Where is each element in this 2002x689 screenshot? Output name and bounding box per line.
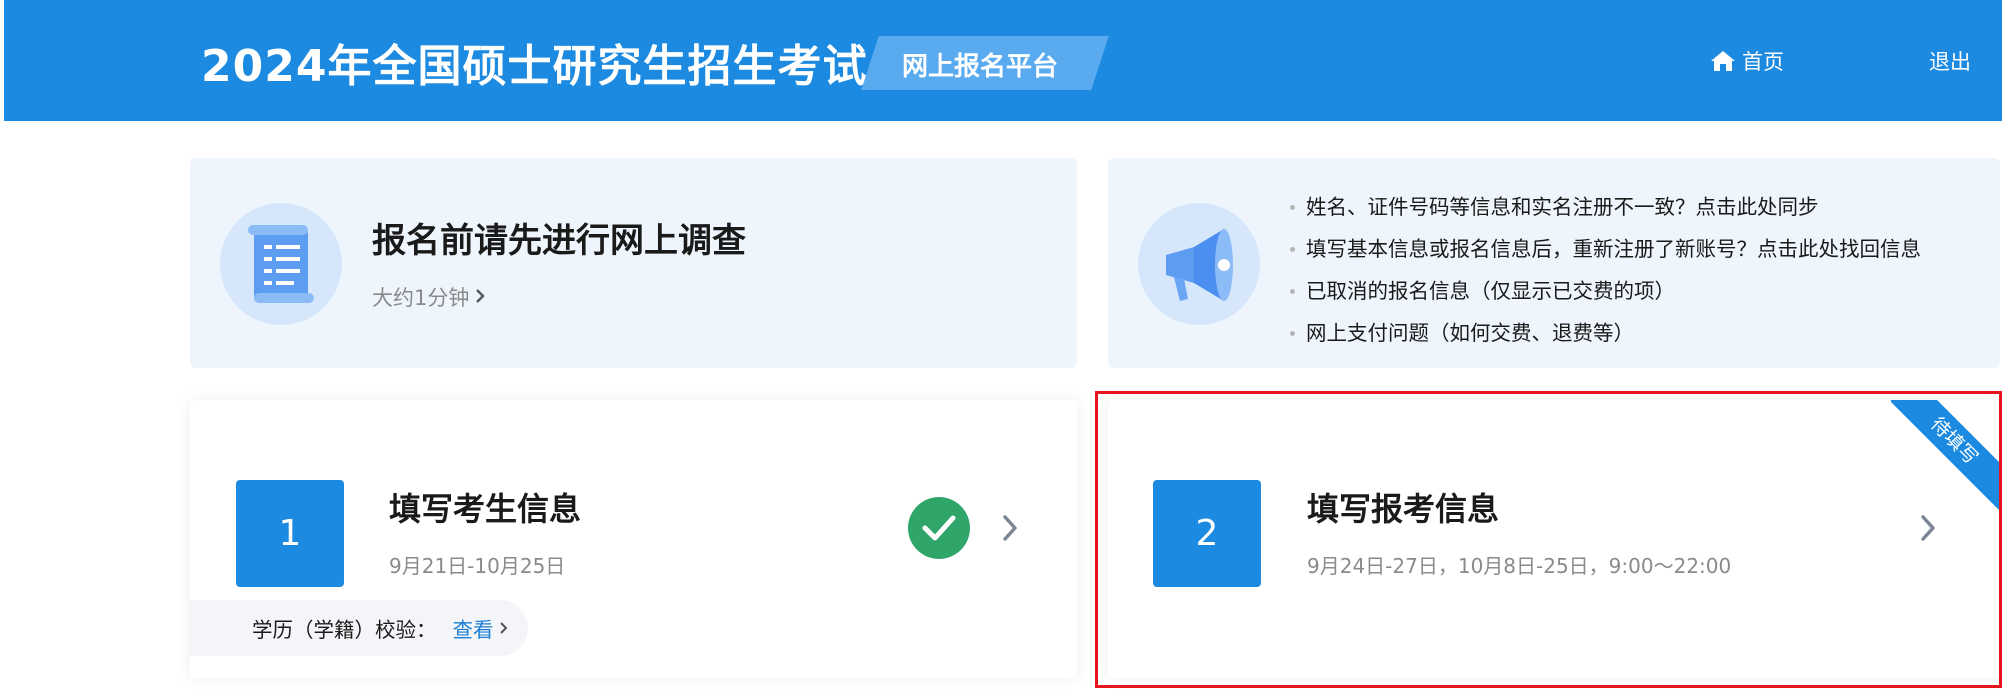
step-number: 1 — [236, 480, 344, 587]
chevron-right-icon[interactable] — [1920, 514, 1936, 546]
scroll-document-icon — [220, 203, 342, 325]
platform-badge: 网上报名平台 — [902, 52, 1059, 82]
notice-card: 姓名、证件号码等信息和实名注册不一致？点击此处同步 填写基本信息或报名信息后，重… — [1108, 158, 2000, 368]
verify-view-link[interactable]: 查看 — [453, 613, 508, 643]
step-card-application-info[interactable]: 2 填写报考信息 9月24日-27日，10月8日-25日，9:00～22:00 … — [1108, 400, 2001, 678]
step-title: 填写考生信息 — [389, 490, 582, 528]
home-label: 首页 — [1742, 50, 1784, 74]
step-date: 9月24日-27日，10月8日-25日，9:00～22:00 — [1307, 554, 1732, 578]
home-icon — [1710, 49, 1736, 73]
step-title: 填写报考信息 — [1307, 490, 1500, 528]
status-ribbon: 待填写 — [1891, 400, 2001, 510]
verify-link-text: 查看 — [452, 618, 494, 642]
notice-list: 姓名、证件号码等信息和实名注册不一致？点击此处同步 填写基本信息或报名信息后，重… — [1290, 186, 1921, 354]
megaphone-icon — [1138, 203, 1260, 325]
status-badge: 待填写 — [1891, 400, 2001, 510]
notice-item-recover-info[interactable]: 填写基本信息或报名信息后，重新注册了新账号？点击此处找回信息 — [1290, 228, 1921, 270]
step-date: 9月21日-10月25日 — [389, 554, 566, 578]
survey-card[interactable]: 报名前请先进行网上调查 大约1分钟 — [190, 158, 1077, 368]
step-card-candidate-info[interactable]: 1 填写考生信息 9月21日-10月25日 学历（学籍）校验： 查看 — [190, 400, 1077, 678]
chevron-right-icon[interactable] — [1002, 514, 1018, 546]
notice-item-payment-issues[interactable]: 网上支付问题（如何交费、退费等） — [1290, 312, 1921, 354]
home-link[interactable]: 首页 — [1710, 44, 1784, 78]
survey-title: 报名前请先进行网上调查 — [372, 221, 746, 261]
page-title: 2024年全国硕士研究生招生考试 — [201, 41, 868, 92]
check-circle-icon — [908, 497, 970, 559]
page: 2024年全国硕士研究生招生考试 网上报名平台 首页 退出 报名前请先进行网上调… — [0, 0, 2002, 689]
logout-link[interactable]: 退出 — [1929, 46, 1971, 76]
education-verification: 学历（学籍）校验： 查看 — [190, 600, 528, 656]
chevron-right-icon — [499, 616, 508, 640]
notice-item-cancelled-registrations[interactable]: 已取消的报名信息（仅显示已交费的项） — [1290, 270, 1921, 312]
survey-duration-text: 大约1分钟 — [372, 286, 470, 310]
chevron-right-icon — [475, 285, 486, 309]
step-number: 2 — [1153, 480, 1261, 587]
notice-item-sync-identity[interactable]: 姓名、证件号码等信息和实名注册不一致？点击此处同步 — [1290, 186, 1921, 228]
verify-label: 学历（学籍）校验： — [252, 618, 437, 642]
survey-duration: 大约1分钟 — [372, 282, 486, 312]
